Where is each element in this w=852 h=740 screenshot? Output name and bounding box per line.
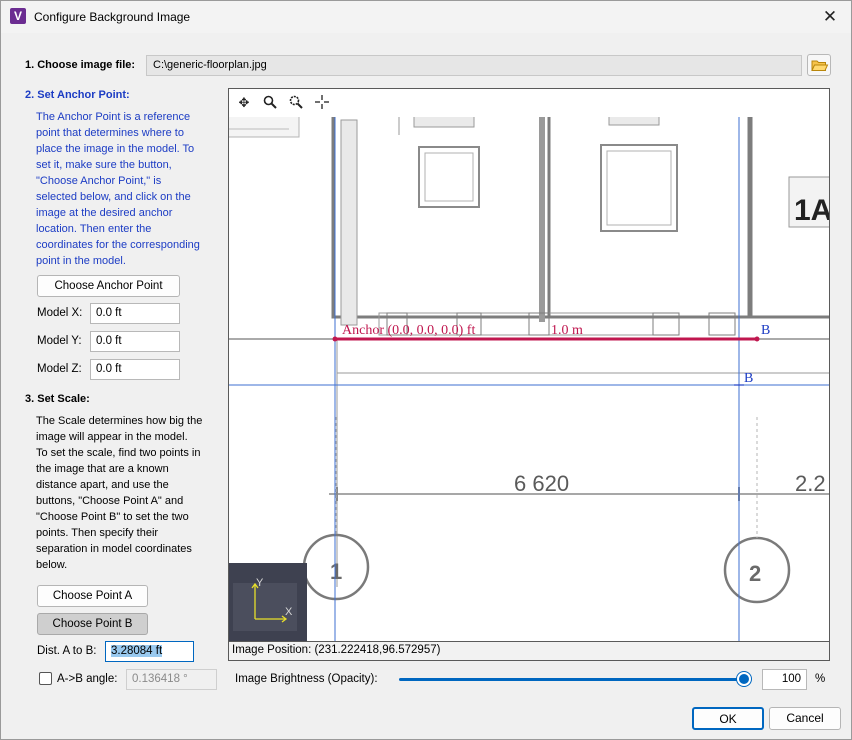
image-position-status: Image Position: (231.222418,96.572957) bbox=[229, 641, 829, 660]
image-viewer[interactable]: ✥ 1A 6 620 2.2 1 2 Anchor (0.0, 0.0, 0.0… bbox=[228, 88, 830, 661]
brightness-slider-track[interactable] bbox=[399, 678, 747, 681]
anchor-instruction-line: location. Then enter the bbox=[36, 223, 152, 235]
point-b-marker-dot bbox=[754, 336, 760, 342]
zoom-icon[interactable] bbox=[261, 94, 279, 112]
scale-instruction-line: separation in model coordinates bbox=[36, 543, 192, 555]
anchor-instruction-line: set it, make sure the button, bbox=[36, 159, 172, 171]
scale-instruction-line: points. Then specify their bbox=[36, 527, 159, 539]
anchor-instruction-line: point in the model. bbox=[36, 255, 126, 267]
anchor-instruction-line: image at the desired anchor bbox=[36, 207, 173, 219]
anchor-instruction-line: coordinates for the corresponding bbox=[36, 239, 200, 251]
close-icon[interactable]: ✕ bbox=[817, 5, 843, 29]
step1-label: 1. Choose image file: bbox=[25, 59, 136, 71]
anchor-instructions: The Anchor Point is a reference point th… bbox=[36, 109, 221, 269]
image-position-label: Image Position: bbox=[232, 644, 312, 656]
scale-instruction-line: "Choose Point B" to set the two bbox=[36, 511, 189, 523]
angle-checkbox[interactable] bbox=[39, 672, 52, 685]
floorplan-canvas[interactable]: 1A 6 620 2.2 1 2 Anchor (0.0, 0.0, 0.0) … bbox=[229, 117, 829, 641]
app-logo-icon: V bbox=[10, 8, 26, 24]
cancel-button[interactable]: Cancel bbox=[769, 707, 841, 730]
step2-heading: 2. Set Anchor Point: bbox=[25, 89, 130, 101]
distance-annotation: 1.0 m bbox=[551, 323, 583, 338]
axis-indicator: Y X bbox=[229, 563, 307, 641]
point-b-cursor-label: B bbox=[744, 371, 753, 386]
choose-point-a-button[interactable]: Choose Point A bbox=[37, 585, 148, 607]
model-x-field[interactable]: 0.0 ft bbox=[90, 303, 180, 324]
title-bar: V Configure Background Image ✕ bbox=[1, 1, 851, 33]
scale-instruction-line: To set the scale, find two points in bbox=[36, 447, 201, 459]
grid-label-2: 2 bbox=[749, 561, 761, 586]
angle-field: 0.136418 ° bbox=[126, 669, 217, 690]
image-file-path-field[interactable]: C:\generic-floorplan.jpg bbox=[146, 55, 802, 76]
zoom-window-icon[interactable] bbox=[287, 94, 305, 112]
model-y-label: Model Y: bbox=[37, 335, 82, 347]
dimension-right: 2.2 bbox=[795, 471, 826, 496]
scale-instruction-line: buttons, "Choose Point A" and bbox=[36, 495, 184, 507]
brightness-unit: % bbox=[815, 673, 826, 685]
angle-label: A->B angle: bbox=[57, 673, 118, 685]
model-x-label: Model X: bbox=[37, 307, 83, 319]
browse-folder-button[interactable] bbox=[807, 54, 831, 76]
configure-background-image-dialog: V Configure Background Image ✕ 1. Choose… bbox=[0, 0, 852, 740]
center-icon[interactable] bbox=[313, 94, 331, 112]
anchor-instruction-line: place the image in the model. To bbox=[36, 143, 195, 155]
viewer-toolbar: ✥ bbox=[229, 89, 829, 117]
anchor-instruction-line: "Choose Anchor Point," is bbox=[36, 175, 162, 187]
window-title: Configure Background Image bbox=[34, 10, 191, 24]
scale-instruction-line: distance apart, and use the bbox=[36, 479, 169, 491]
scale-instructions: The Scale determines how big the image w… bbox=[36, 413, 221, 573]
folder-icon bbox=[811, 60, 829, 71]
dimension-left: 6 620 bbox=[514, 471, 569, 496]
pan-icon[interactable]: ✥ bbox=[235, 94, 253, 112]
ok-button[interactable]: OK bbox=[692, 707, 764, 730]
anchor-instruction-line: The Anchor Point is a reference bbox=[36, 111, 191, 123]
brightness-value-field[interactable]: 100 bbox=[762, 669, 807, 690]
model-y-field[interactable]: 0.0 ft bbox=[90, 331, 180, 352]
dist-a-to-b-label: Dist. A to B: bbox=[37, 645, 97, 657]
scale-instruction-line: below. bbox=[36, 559, 68, 571]
model-z-field[interactable]: 0.0 ft bbox=[90, 359, 180, 380]
grid-label-1: 1 bbox=[330, 559, 342, 584]
scale-instruction-line: image will appear in the model. bbox=[36, 431, 188, 443]
anchor-annotation: Anchor (0.0, 0.0, 0.0) ft bbox=[342, 323, 475, 338]
dist-a-to-b-value: 3.28084 ft bbox=[111, 645, 163, 657]
x-axis-label: X bbox=[285, 606, 293, 618]
room-tag: 1A bbox=[794, 194, 829, 227]
choose-point-b-button[interactable]: Choose Point B bbox=[37, 613, 148, 635]
anchor-instruction-line: selected below, and click on the bbox=[36, 191, 191, 203]
choose-anchor-point-button[interactable]: Choose Anchor Point bbox=[37, 275, 180, 297]
scale-instruction-line: The Scale determines how big the bbox=[36, 415, 203, 427]
point-b-label: B bbox=[761, 323, 770, 338]
anchor-instruction-line: point that determines where to bbox=[36, 127, 184, 139]
y-axis-label: Y bbox=[256, 577, 264, 589]
model-z-label: Model Z: bbox=[37, 363, 82, 375]
step3-heading: 3. Set Scale: bbox=[25, 393, 90, 405]
anchor-point-marker bbox=[332, 336, 338, 342]
image-position-value: (231.222418,96.572957) bbox=[314, 644, 441, 656]
scale-instruction-line: the image that are a known bbox=[36, 463, 169, 475]
brightness-slider-thumb[interactable] bbox=[737, 672, 751, 686]
brightness-label: Image Brightness (Opacity): bbox=[235, 673, 378, 685]
dist-a-to-b-field[interactable]: 3.28084 ft bbox=[105, 641, 194, 662]
